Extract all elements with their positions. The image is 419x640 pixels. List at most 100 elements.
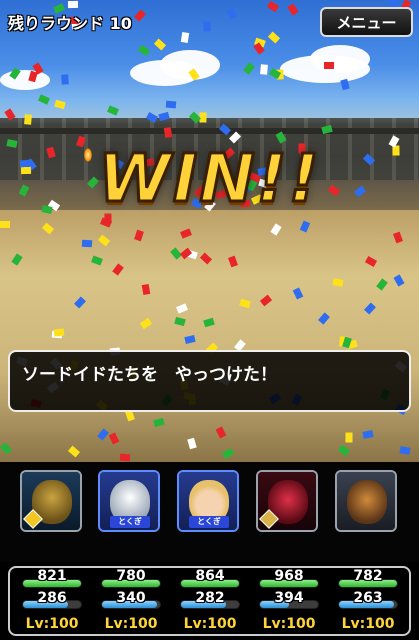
confetti-piece <box>318 312 330 325</box>
stat-card: 780 340 Lv:100 <box>97 568 165 634</box>
portrait-red-demon[interactable] <box>256 470 318 532</box>
confetti-piece <box>184 334 196 345</box>
confetti-piece <box>41 222 55 235</box>
stat-card: 864 282 Lv:100 <box>176 568 244 634</box>
skill-tag: とくぎ <box>110 516 150 528</box>
mp-value: 282 <box>195 590 225 606</box>
confetti-piece <box>266 0 280 13</box>
confetti-piece <box>299 220 311 233</box>
confetti-piece <box>91 255 103 266</box>
level-label: Lv:100 <box>104 616 158 632</box>
confetti-piece <box>97 234 111 247</box>
confetti-piece <box>187 437 197 450</box>
confetti-piece <box>61 74 69 85</box>
mp-value: 263 <box>353 590 383 606</box>
confetti-piece <box>221 447 235 460</box>
confetti-piece <box>228 255 238 268</box>
confetti-piece <box>259 294 273 307</box>
confetti-piece <box>67 0 79 9</box>
confetti-piece <box>239 298 251 309</box>
confetti-piece <box>153 38 167 51</box>
confetti-piece <box>267 31 281 44</box>
confetti-piece <box>74 296 86 309</box>
confetti-piece <box>134 9 146 22</box>
confetti-piece <box>332 278 344 287</box>
skill-tag: とくぎ <box>189 516 229 528</box>
battle-message-box: ソードイドたちを やっつけた！ <box>8 350 411 412</box>
hp-value: 782 <box>353 568 383 584</box>
confetti-piece <box>364 302 376 315</box>
confetti-piece <box>243 62 255 75</box>
confetti-piece <box>376 278 388 291</box>
portrait-hero[interactable]: とくぎ <box>177 470 239 532</box>
confetti-piece <box>153 417 165 428</box>
confetti-piece <box>137 44 151 57</box>
stat-card: 782 263 Lv:100 <box>334 568 402 634</box>
hp-value: 821 <box>37 568 67 584</box>
confetti-piece <box>199 252 213 265</box>
arena-rail <box>0 128 419 134</box>
confetti-piece <box>393 231 403 244</box>
confetti-piece <box>163 127 173 138</box>
confetti-piece <box>0 442 13 455</box>
rounds-remaining: 残りラウンド 10 <box>8 14 132 33</box>
battle-message-text: ソードイドたちを やっつけた！ <box>22 365 277 385</box>
level-label: Lv:100 <box>183 616 237 632</box>
level-label: Lv:100 <box>262 616 316 632</box>
confetti-piece <box>180 228 192 239</box>
confetti-piece <box>345 432 353 443</box>
confetti-piece <box>24 114 32 125</box>
confetti-piece <box>0 221 10 228</box>
confetti-piece <box>287 3 299 16</box>
cloud <box>310 45 370 73</box>
mp-value: 394 <box>274 590 304 606</box>
confetti-piece <box>324 62 334 69</box>
confetti-piece <box>203 21 211 32</box>
confetti-piece <box>399 446 411 455</box>
confetti-piece <box>11 253 23 266</box>
portrait-golem[interactable] <box>20 470 82 532</box>
confetti-piece <box>260 64 268 75</box>
confetti-piece <box>134 229 144 242</box>
confetti-piece <box>362 430 374 439</box>
confetti-piece <box>292 287 304 300</box>
confetti-piece <box>112 263 124 276</box>
confetti-piece <box>119 453 131 462</box>
hp-value: 780 <box>116 568 146 584</box>
confetti-piece <box>81 239 93 248</box>
stat-card: 968 394 Lv:100 <box>255 568 323 634</box>
stat-card: 821 286 Lv:100 <box>18 568 86 634</box>
confetti-piece <box>364 256 378 267</box>
hp-value: 968 <box>274 568 304 584</box>
confetti-piece <box>141 283 151 296</box>
confetti-piece <box>38 94 50 105</box>
confetti-piece <box>53 328 65 337</box>
win-banner: WIN!! <box>97 139 321 219</box>
confetti-piece <box>270 223 282 236</box>
mp-value: 286 <box>37 590 67 606</box>
confetti-piece <box>107 105 119 116</box>
confetti-piece <box>97 428 109 441</box>
confetti-piece <box>67 445 81 458</box>
confetti-piece <box>139 317 153 330</box>
mp-value: 340 <box>116 590 146 606</box>
hp-value: 864 <box>195 568 225 584</box>
confetti-piece <box>226 7 238 20</box>
confetti-piece <box>174 316 186 327</box>
confetti-piece <box>337 444 351 457</box>
confetti-piece <box>393 274 405 287</box>
confetti-piece <box>54 99 66 110</box>
confetti-piece <box>165 100 177 109</box>
confetti-piece <box>180 32 190 43</box>
confetti-piece <box>203 317 215 328</box>
confetti-piece <box>108 432 120 445</box>
level-label: Lv:100 <box>25 616 79 632</box>
portrait-beast[interactable] <box>335 470 397 532</box>
level-label: Lv:100 <box>341 616 395 632</box>
cloud <box>0 70 50 90</box>
armored-beast-icon <box>347 480 387 524</box>
confetti-piece <box>176 303 188 314</box>
menu-button[interactable]: メニュー <box>320 7 413 37</box>
confetti-piece <box>215 426 227 439</box>
portrait-wolf[interactable]: とくぎ <box>98 470 160 532</box>
